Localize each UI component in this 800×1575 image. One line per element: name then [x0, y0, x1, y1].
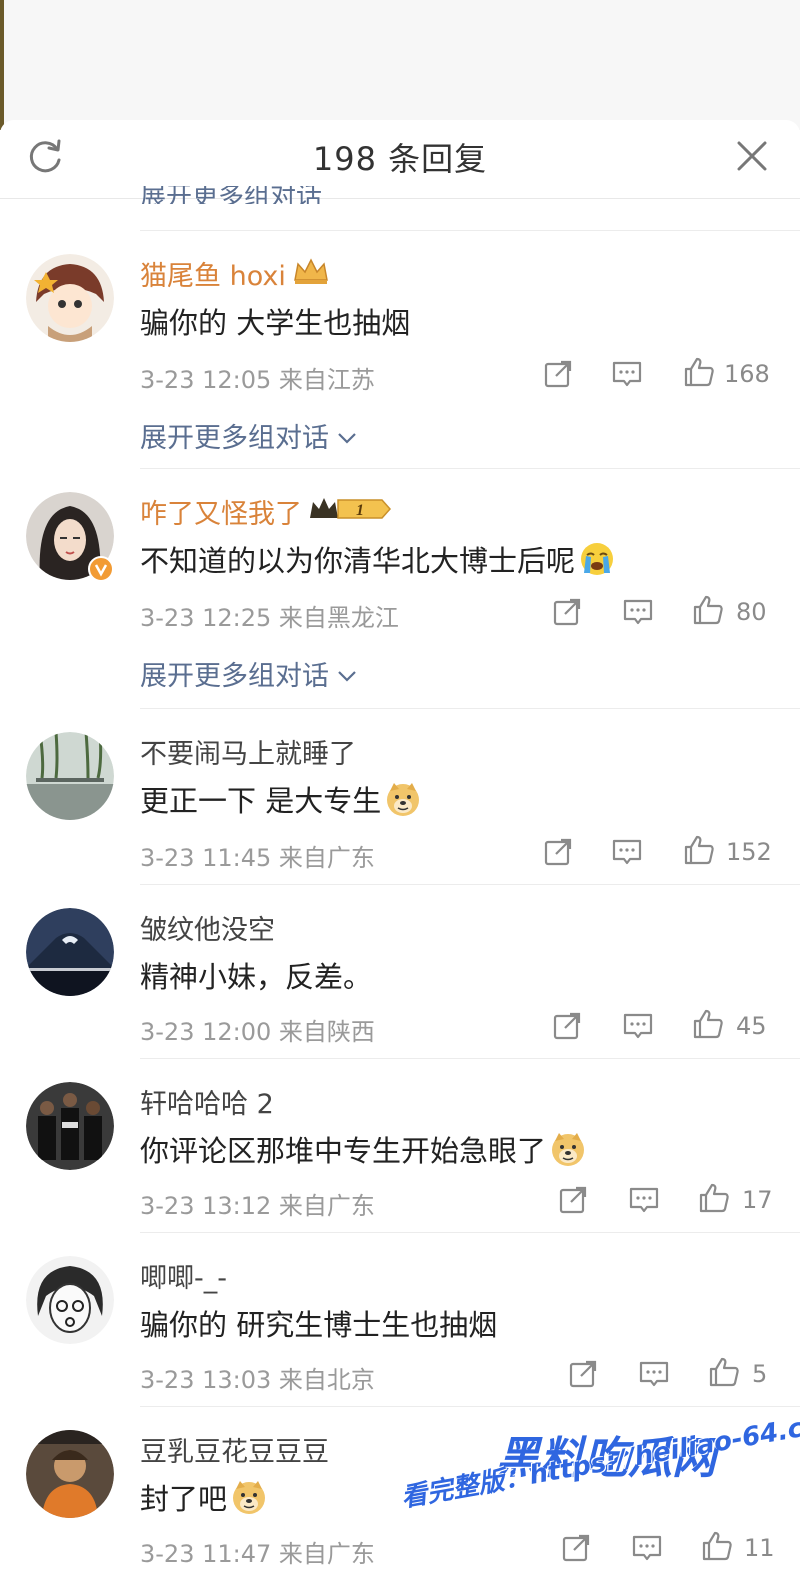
comment-item: 轩哈哈哈 2 你评论区那堆中专生开始急眼了 3-23 13:12 来自广东 17: [0, 1060, 800, 1234]
comment-text: 骗你的 研究生博士生也抽烟: [140, 1308, 498, 1342]
like-icon[interactable]: [683, 834, 715, 866]
avatar[interactable]: [26, 732, 114, 820]
like-icon[interactable]: [708, 1356, 740, 1388]
location: 来自江苏: [278, 366, 375, 394]
timestamp: 3-23 11:47: [140, 1540, 272, 1568]
comment-text: 骗你的 大学生也抽烟: [140, 306, 411, 340]
doge-emoji-icon: [385, 781, 421, 817]
avatar[interactable]: [26, 1256, 114, 1344]
username[interactable]: 轩哈哈哈 2: [140, 1082, 274, 1121]
vip-level-badge-icon: 1: [308, 494, 392, 524]
timestamp: 3-23 12:25: [140, 604, 272, 632]
share-icon[interactable]: [551, 596, 583, 628]
like-count: 5: [752, 1360, 768, 1388]
comment-text: 你评论区那堆中专生开始急眼了: [140, 1128, 586, 1170]
location: 来自黑龙江: [278, 604, 399, 632]
comment-meta: 3-23 12:25 来自黑龙江: [140, 598, 399, 633]
like-icon[interactable]: [683, 356, 715, 388]
header-divider: [0, 198, 800, 199]
divider: [140, 230, 800, 231]
site-watermark: 黑料吃瓜网 看完整版：https://heiliao-64.com: [399, 1405, 800, 1575]
username[interactable]: 豆乳豆花豆豆豆: [140, 1430, 329, 1469]
vip-level-number: 1: [356, 502, 364, 519]
divider: [140, 1232, 800, 1233]
like-count: 17: [742, 1186, 773, 1214]
share-icon[interactable]: [542, 836, 574, 868]
verified-badge-icon: [88, 556, 114, 582]
page-edge: [0, 0, 4, 130]
timestamp: 3-23 13:12: [140, 1192, 272, 1220]
location: 来自广东: [278, 844, 375, 872]
share-icon[interactable]: [557, 1184, 589, 1216]
sheet-header: 198 条回复: [0, 120, 800, 198]
like-count: 168: [724, 360, 770, 388]
vip-crown-icon: [292, 256, 330, 286]
doge-emoji-icon: [550, 1131, 586, 1167]
divider: [140, 1058, 800, 1059]
comment-text: 精神小妹，反差。: [140, 960, 373, 994]
replies-count-title: 198 条回复: [312, 140, 488, 178]
reply-icon[interactable]: [628, 1184, 660, 1216]
share-icon[interactable]: [542, 358, 574, 390]
like-icon[interactable]: [698, 1182, 730, 1214]
reply-icon[interactable]: [638, 1358, 670, 1390]
reply-icon[interactable]: [611, 836, 643, 868]
reply-icon[interactable]: [622, 1010, 654, 1042]
comment-meta: 3-23 12:05 来自江苏: [140, 360, 375, 395]
expand-more-link[interactable]: 展开更多组对话: [140, 416, 357, 455]
replies-sheet: 198 条回复 展开更多组对话 猫尾鱼 hoxi 骗你的 大学生也抽烟 3-23…: [0, 120, 800, 1575]
divider: [140, 468, 800, 469]
username[interactable]: 猫尾鱼 hoxi: [140, 254, 286, 293]
divider: [140, 708, 800, 709]
timestamp: 3-23 12:05: [140, 366, 272, 394]
comment-meta: 3-23 11:45 来自广东: [140, 838, 375, 873]
like-icon[interactable]: [692, 1008, 724, 1040]
divider: [140, 1406, 800, 1407]
location: 来自广东: [278, 1192, 375, 1220]
username[interactable]: 不要闹马上就睡了: [140, 732, 356, 771]
location: 来自陕西: [278, 1018, 375, 1046]
avatar[interactable]: [26, 254, 114, 342]
like-icon[interactable]: [692, 594, 724, 626]
like-count: 45: [736, 1012, 767, 1040]
chevron-down-icon: [337, 431, 357, 445]
chevron-down-icon: [337, 669, 357, 683]
comment-meta: 3-23 12:00 来自陕西: [140, 1012, 375, 1047]
expand-more-link-partial[interactable]: 展开更多组对话: [140, 186, 322, 204]
username[interactable]: 咋了又怪我了: [140, 492, 302, 531]
comment-item: 唧唧-_- 骗你的 研究生博士生也抽烟 3-23 13:03 来自北京 5: [0, 1234, 800, 1408]
like-count: 80: [736, 598, 767, 626]
avatar[interactable]: [26, 1430, 114, 1518]
comment-text: 不知道的以为你清华北大博士后呢: [140, 538, 615, 580]
timestamp: 3-23 11:45: [140, 844, 272, 872]
avatar[interactable]: [26, 1082, 114, 1170]
username[interactable]: 唧唧-_-: [140, 1256, 227, 1295]
comment-meta: 3-23 11:47 来自广东: [140, 1534, 375, 1569]
divider: [140, 884, 800, 885]
timestamp: 3-23 12:00: [140, 1018, 272, 1046]
expand-more-link[interactable]: 展开更多组对话: [140, 654, 357, 693]
location: 来自北京: [278, 1366, 375, 1394]
comment-text: 封了吧: [140, 1476, 267, 1518]
timestamp: 3-23 13:03: [140, 1366, 272, 1394]
crying-emoji-icon: [579, 541, 615, 577]
reply-icon[interactable]: [611, 358, 643, 390]
comment-item: 不要闹马上就睡了 更正一下 是大专生 3-23 11:45 来自广东 152: [0, 710, 800, 886]
like-count: 152: [726, 838, 772, 866]
comment-item: 皱纹他没空 精神小妹，反差。 3-23 12:00 来自陕西 45: [0, 886, 800, 1060]
share-icon[interactable]: [567, 1358, 599, 1390]
location: 来自广东: [278, 1540, 375, 1568]
comment-item: 猫尾鱼 hoxi 骗你的 大学生也抽烟 3-23 12:05 来自江苏 168 …: [0, 232, 800, 470]
close-icon[interactable]: [732, 136, 772, 176]
comment-item: 咋了又怪我了 1 不知道的以为你清华北大博士后呢 3-23 12:25 来自黑龙…: [0, 470, 800, 710]
background-page: [0, 0, 800, 130]
comment-text: 更正一下 是大专生: [140, 778, 421, 820]
comment-meta: 3-23 13:03 来自北京: [140, 1360, 375, 1395]
reply-icon[interactable]: [622, 596, 654, 628]
share-icon[interactable]: [551, 1010, 583, 1042]
avatar[interactable]: [26, 908, 114, 996]
comment-meta: 3-23 13:12 来自广东: [140, 1186, 375, 1221]
username[interactable]: 皱纹他没空: [140, 908, 275, 947]
doge-emoji-icon: [231, 1479, 267, 1515]
